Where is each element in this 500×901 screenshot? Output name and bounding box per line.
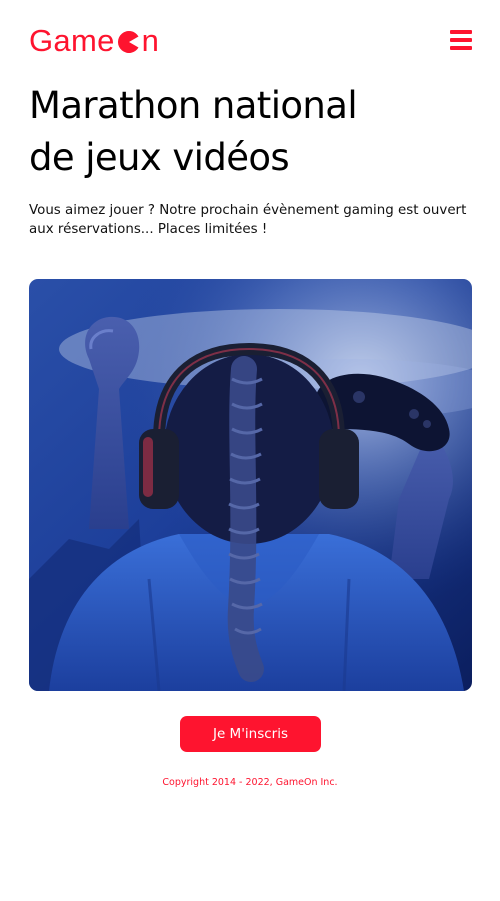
hamburger-menu-icon[interactable] <box>450 30 472 50</box>
pacman-o-icon <box>117 31 139 53</box>
site-header: Game n <box>29 24 472 58</box>
hero-title-line-1: Marathon national <box>29 84 358 127</box>
hero-title-line-2: de jeux vidéos <box>29 136 290 179</box>
hero-description: Vous aimez jouer ? Notre prochain évènem… <box>29 203 467 237</box>
logo-text-n: n <box>141 23 160 58</box>
gamer-photo-illustration <box>29 279 472 691</box>
register-button[interactable]: Je M'inscris <box>180 716 321 752</box>
menu-bar <box>450 38 472 42</box>
hero-title: Marathon national de jeux vidéos <box>29 80 469 184</box>
copyright-footer: Copyright 2014 - 2022, GameOn Inc. <box>162 777 338 788</box>
menu-bar <box>450 46 472 50</box>
hero-image <box>29 279 472 691</box>
gameon-logo[interactable]: Game n <box>29 24 159 58</box>
logo-text-game: Game <box>29 23 115 58</box>
menu-bar <box>450 30 472 34</box>
